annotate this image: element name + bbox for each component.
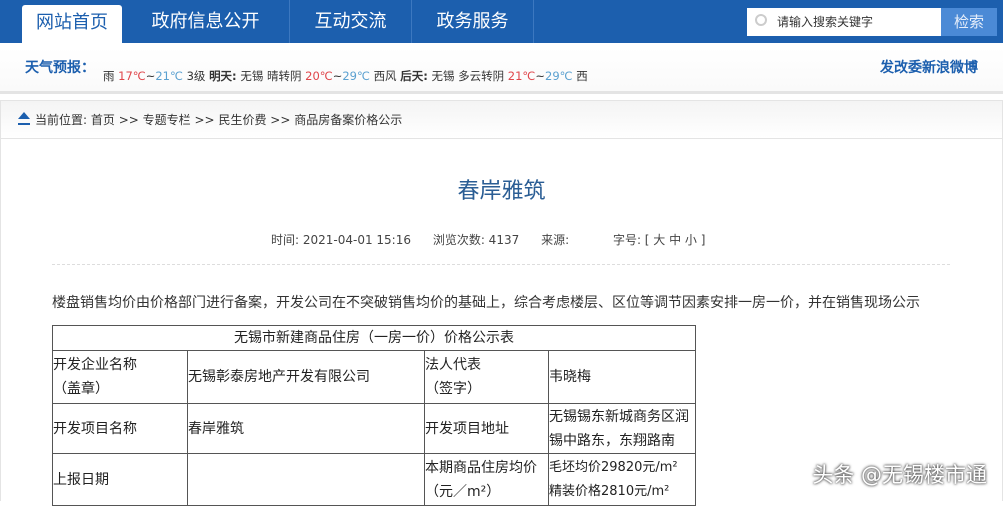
source: 来源:	[541, 233, 570, 247]
after-label: 后天:	[400, 69, 428, 83]
table-row: 开发项目名称 春岸雅筑 开发项目地址 无锡锡东新城商务区润锡中路东，东翔路南	[52, 403, 696, 454]
table-row: 开发企业名称 （盖章） 无锡彰泰房地产开发有限公司 法人代表 （签字） 韦晓梅	[52, 350, 696, 404]
breadcrumb-topics[interactable]: 专题专栏	[143, 113, 191, 127]
breadcrumb-current[interactable]: 商品房备案价格公示	[294, 113, 402, 127]
breadcrumb-home[interactable]: 首页	[91, 113, 115, 127]
breadcrumb: 当前位置: 首页 >> 专题专栏 >> 民生价费 >> 商品房备案价格公示	[0, 100, 1003, 139]
table-cell: 开发企业名称 （盖章）	[52, 350, 188, 404]
weather-label: 天气预报：	[25, 60, 95, 76]
breadcrumb-prefix: 当前位置:	[35, 113, 88, 127]
watermark: 头条 @无锡楼市通	[812, 463, 987, 487]
top-nav: 网站首页 政府信息公开 互动交流 政务服务 请输入搜索关键字 检索	[0, 0, 1003, 47]
weather-text: 雨 17℃~21℃ 3级 明天: 无锡 晴转阴 20℃~29℃ 西风 后天: 无…	[103, 69, 588, 83]
breadcrumb-livelihood[interactable]: 民生价费	[218, 113, 266, 127]
search-placeholder: 请输入搜索关键字	[777, 15, 874, 29]
publish-time: 时间: 2021-04-01 15:16	[271, 233, 411, 247]
today-high: 21℃	[155, 69, 183, 83]
tab-home[interactable]: 网站首页	[22, 5, 122, 47]
breadcrumb-sep: >>	[118, 113, 139, 127]
table-row: 上报日期 本期商品住房均价 （元／m²） 毛坯均价29820元/m² 精装价格2…	[52, 453, 696, 506]
table-cell: 本期商品住房均价 （元／m²）	[424, 453, 549, 506]
search-icon	[755, 14, 767, 26]
tomorrow-cond: 晴转阴	[266, 69, 302, 83]
price-table: 无锡市新建商品住房（一房一价）价格公示表 开发企业名称 （盖章） 无锡彰泰房地产…	[52, 325, 696, 506]
after-low: 21℃	[507, 69, 536, 83]
today-wind: 3级	[186, 69, 206, 83]
breadcrumb-sep: >>	[194, 113, 215, 127]
intro-paragraph: 楼盘销售均价由价格部门进行备案，开发公司在不突破销售均价的基础上，综合考虑楼层、…	[52, 295, 920, 311]
after-cond: 多云转阴	[458, 69, 505, 83]
table-cell: 春岸雅筑	[187, 403, 425, 454]
after-wind: 西	[576, 69, 588, 83]
weather-bar: 天气预报： 雨 17℃~21℃ 3级 明天: 无锡 晴转阴 20℃~29℃ 西风…	[0, 48, 1003, 94]
today-cond: 雨	[103, 69, 115, 83]
tab-services[interactable]: 政务服务	[412, 0, 534, 43]
tab-interaction[interactable]: 互动交流	[290, 0, 412, 43]
weibo-link[interactable]: 发改委新浪微博	[880, 57, 978, 77]
font-size-control[interactable]: 字号: [ 大 中 小 ]	[613, 233, 705, 247]
tab-gov-info[interactable]: 政府信息公开	[122, 0, 290, 43]
divider	[52, 264, 950, 265]
today-low: 17℃	[118, 69, 146, 83]
table-cell	[187, 453, 425, 506]
table-cell: 无锡锡东新城商务区润锡中路东，东翔路南	[548, 403, 696, 454]
tomorrow-low: 20℃	[305, 69, 333, 83]
search-button[interactable]: 检索	[941, 8, 997, 36]
breadcrumb-sep: >>	[270, 113, 291, 127]
table-cell: 开发项目地址	[424, 403, 549, 454]
search-input[interactable]: 请输入搜索关键字	[747, 8, 941, 36]
after-city: 无锡	[431, 69, 455, 83]
table-cell: 上报日期	[52, 453, 188, 506]
table-caption: 无锡市新建商品住房（一房一价）价格公示表	[52, 325, 696, 351]
tomorrow-label: 明天:	[209, 69, 237, 83]
table-cell: 开发项目名称	[52, 403, 188, 454]
after-high: 29℃	[545, 69, 573, 83]
tomorrow-city: 无锡	[240, 69, 264, 83]
tomorrow-high: 29℃	[342, 69, 370, 83]
home-icon	[18, 112, 30, 125]
view-count: 浏览次数: 4137	[432, 233, 520, 247]
table-cell: 韦晓梅	[548, 350, 696, 404]
article-title: 春岸雅筑	[457, 179, 546, 204]
article-meta: 时间: 2021-04-01 15:16 浏览次数: 4137 来源: 字号: …	[271, 231, 723, 248]
tomorrow-wind: 西风	[373, 69, 397, 83]
table-cell: 法人代表 （签字）	[424, 350, 549, 404]
table-cell: 无锡彰泰房地产开发有限公司	[187, 350, 425, 404]
table-cell: 毛坯均价29820元/m² 精装价格2810元/m²	[548, 453, 696, 506]
